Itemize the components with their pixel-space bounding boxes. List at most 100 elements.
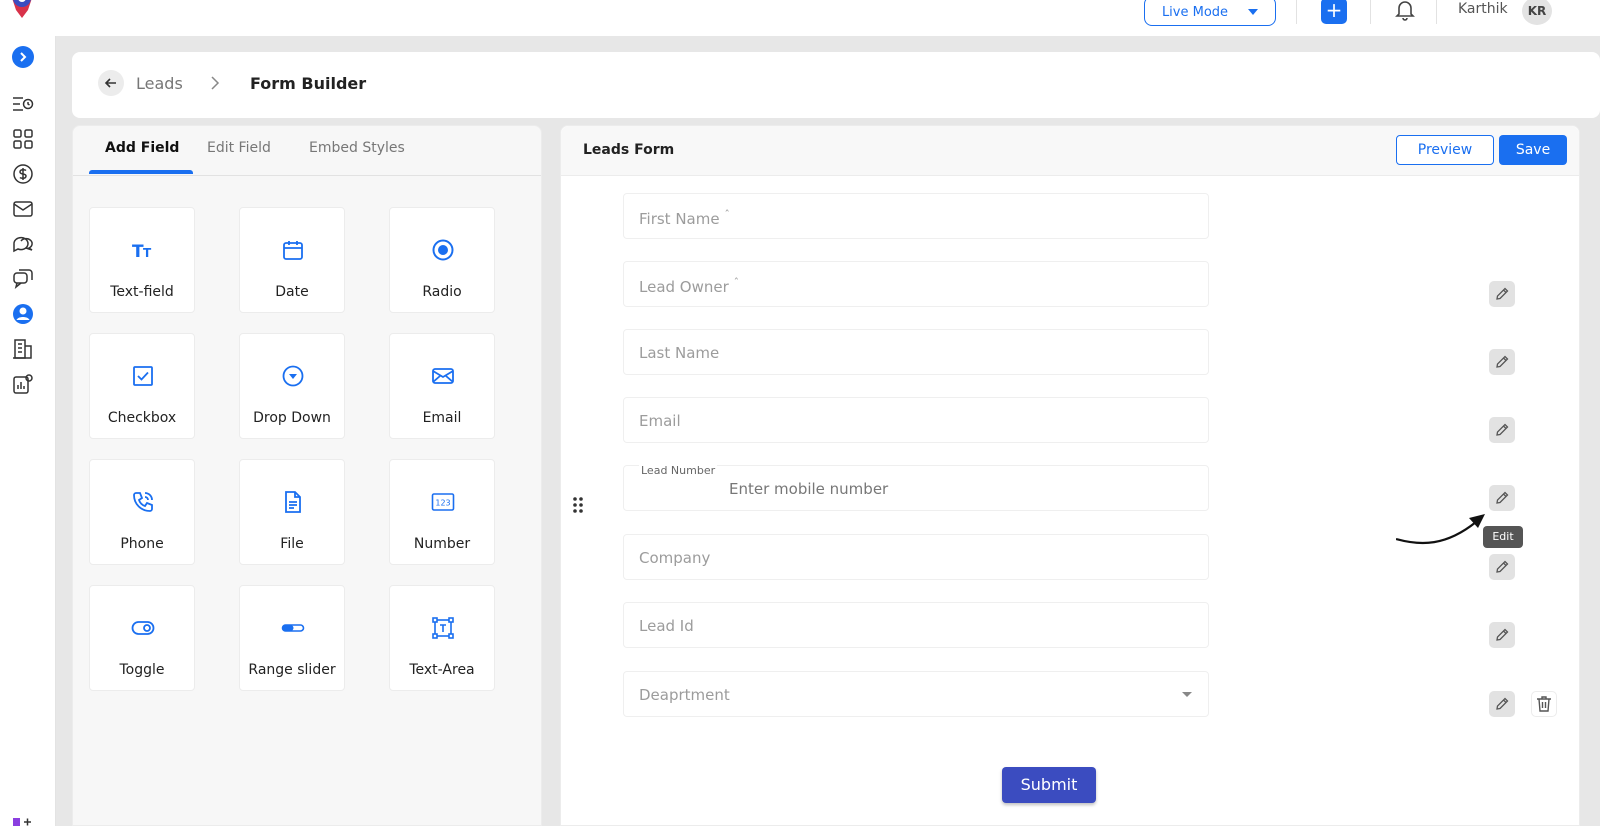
delete-field-button[interactable] <box>1531 691 1557 717</box>
field-type-email[interactable]: Email <box>389 333 495 439</box>
field-type-file[interactable]: File <box>239 459 345 565</box>
form-field-email[interactable]: Email <box>623 397 1209 443</box>
submit-button[interactable]: Submit <box>1002 767 1096 803</box>
field-placeholder: Lead Id <box>639 617 694 635</box>
dropdown-icon <box>282 365 304 387</box>
trash-icon <box>1537 696 1551 712</box>
field-type-date[interactable]: Date <box>239 207 345 313</box>
plus-icon: + <box>1325 0 1343 22</box>
text-icon: TT <box>132 242 152 262</box>
phone-icon <box>133 492 153 512</box>
form-title: Leads Form <box>583 142 675 158</box>
form-field-lead-id[interactable]: Lead Id <box>623 602 1209 648</box>
field-type-checkbox[interactable]: Checkbox <box>89 333 195 439</box>
arrow-left-icon <box>104 78 116 88</box>
field-type-range-slider[interactable]: Range slider <box>239 585 345 691</box>
field-type-label: Radio <box>422 284 462 300</box>
avatar[interactable]: KR <box>1522 0 1552 25</box>
form-header: Leads Form Preview Save <box>561 126 1579 176</box>
edit-field-button[interactable] <box>1489 349 1515 375</box>
field-type-label: Text-field <box>110 284 174 300</box>
chat-icon[interactable] <box>11 232 35 256</box>
add-app-icon[interactable] <box>12 816 32 826</box>
required-marker: ˆ <box>733 276 740 289</box>
svg-text:T: T <box>143 246 152 260</box>
toggle-icon <box>131 621 155 635</box>
pencil-icon <box>1496 697 1509 710</box>
field-type-phone[interactable]: Phone <box>89 459 195 565</box>
annotation-arrow-icon <box>1396 514 1485 545</box>
field-type-label: Toggle <box>119 662 165 678</box>
bell-icon[interactable] <box>1393 0 1417 22</box>
messages-icon[interactable] <box>11 267 35 291</box>
field-placeholder: Lead Owner <box>639 278 729 296</box>
back-button[interactable] <box>98 70 124 96</box>
edit-field-button[interactable] <box>1489 281 1515 307</box>
divider <box>1370 0 1371 24</box>
save-button[interactable]: Save <box>1499 135 1567 165</box>
field-type-radio[interactable]: Radio <box>389 207 495 313</box>
form-field-department[interactable]: Deaprtment <box>623 671 1209 717</box>
field-type-label: Number <box>413 536 471 552</box>
pencil-icon <box>1496 628 1509 641</box>
svg-text:123: 123 <box>435 499 450 508</box>
field-type-label: Checkbox <box>107 410 177 426</box>
form-field-company[interactable]: Company <box>623 534 1209 580</box>
form-field-first-name[interactable]: First Name ˆ <box>623 193 1209 239</box>
sidebar-expand-button[interactable] <box>12 46 34 68</box>
mode-select-value: Live Mode <box>1161 4 1229 20</box>
range-slider-icon <box>281 624 305 632</box>
user-icon[interactable] <box>11 302 35 326</box>
field-palette-panel: Add Field Edit Field Embed Styles TT Tex… <box>72 125 542 826</box>
field-type-label: Date <box>275 284 309 300</box>
radio-icon <box>432 239 454 261</box>
edit-field-button[interactable] <box>1489 691 1515 717</box>
breadcrumb-leads[interactable]: Leads <box>136 74 183 93</box>
form-field-lead-owner[interactable]: Lead Owner ˆ <box>623 261 1209 307</box>
tab-add-field[interactable]: Add Field <box>105 140 179 156</box>
field-placeholder: Deaprtment <box>639 686 730 704</box>
field-placeholder: Email <box>639 412 681 430</box>
divider <box>1436 0 1437 24</box>
mail-icon[interactable] <box>11 197 35 221</box>
field-type-drop-down[interactable]: Drop Down <box>239 333 345 439</box>
chevron-right-icon <box>20 52 27 62</box>
dollar-icon[interactable] <box>11 162 35 186</box>
field-type-text-field[interactable]: TT Text-field <box>89 207 195 313</box>
tab-edit-field[interactable]: Edit Field <box>207 140 271 156</box>
number-icon: 123 <box>431 493 455 511</box>
preview-button[interactable]: Preview <box>1396 135 1494 165</box>
chevron-right-icon <box>211 76 220 90</box>
analytics-settings-icon[interactable] <box>11 372 35 396</box>
calendar-icon <box>283 241 303 260</box>
app-logo <box>12 0 32 18</box>
textarea-icon <box>432 617 454 639</box>
field-type-label: Email <box>422 410 462 426</box>
form-field-last-name[interactable]: Last Name <box>623 329 1209 375</box>
form-canvas-panel: Leads Form Preview Save First Name ˆ Lea… <box>560 125 1580 826</box>
tab-embed-styles[interactable]: Embed Styles <box>309 140 405 156</box>
user-name[interactable]: Karthik <box>1458 1 1508 17</box>
field-type-toggle[interactable]: Toggle <box>89 585 195 691</box>
add-button[interactable]: + <box>1321 0 1347 24</box>
pencil-icon <box>1496 491 1509 504</box>
edit-field-button[interactable] <box>1489 554 1515 580</box>
page-header: Leads Form Builder <box>72 52 1600 118</box>
timeline-icon[interactable] <box>11 92 35 116</box>
building-icon[interactable] <box>11 337 35 361</box>
field-type-label: File <box>280 536 304 552</box>
field-type-number[interactable]: 123 Number <box>389 459 495 565</box>
drag-handle-icon[interactable] <box>571 496 585 514</box>
file-icon <box>285 491 301 513</box>
field-type-label: Phone <box>120 536 164 552</box>
edit-field-button[interactable] <box>1489 622 1515 648</box>
edit-field-button[interactable] <box>1489 417 1515 443</box>
sidebar <box>0 36 56 826</box>
chevron-down-icon <box>1248 9 1259 15</box>
field-type-text-area[interactable]: Text-Area <box>389 585 495 691</box>
pencil-icon <box>1496 560 1509 573</box>
dashboard-icon[interactable] <box>11 127 35 151</box>
mode-select[interactable]: Live Mode <box>1144 0 1276 26</box>
pencil-icon <box>1496 423 1509 436</box>
field-label: Lead Number <box>639 464 718 477</box>
